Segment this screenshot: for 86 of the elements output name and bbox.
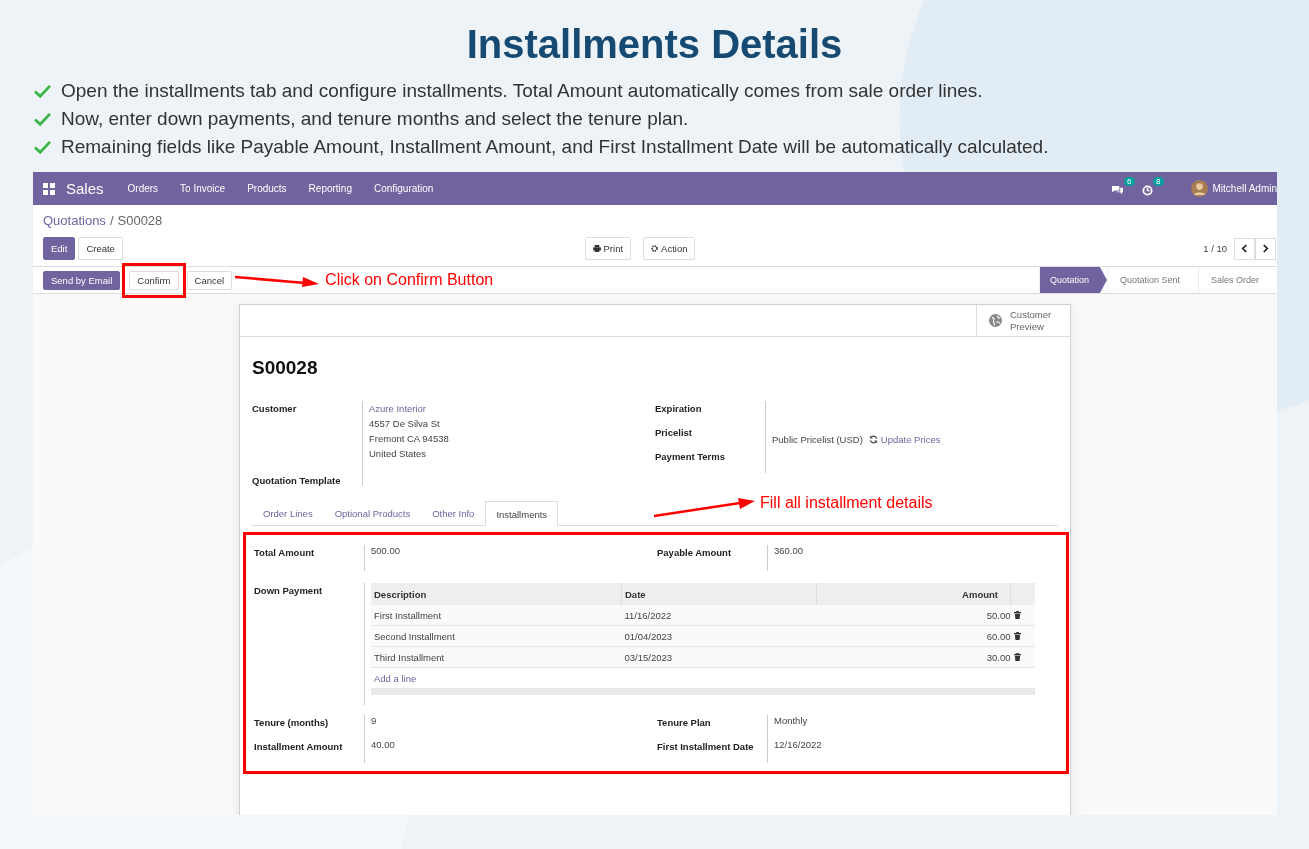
- step-text: Now, enter down payments, and tenure months and select the tenure plan.: [61, 108, 689, 130]
- table-cell: 11/16/2022: [621, 605, 817, 626]
- field-label: Tenure (months): [254, 716, 330, 730]
- column-header[interactable]: Description: [371, 583, 622, 605]
- action-button[interactable]: Action: [643, 237, 696, 260]
- field-value: 40.00: [371, 739, 395, 750]
- delete-icon[interactable]: [1013, 631, 1021, 640]
- customer-preview-button[interactable]: Customer Preview: [976, 305, 1070, 336]
- field-label: Installment Amount: [254, 740, 344, 754]
- globe-icon: [989, 314, 1002, 327]
- field-label: Payable Amount: [657, 546, 733, 560]
- step-text: Remaining fields like Payable Amount, Installment Amount, and First Installment Date will be automatically calculated.: [61, 136, 1049, 158]
- field-label: Expiration: [655, 402, 703, 416]
- stage-step[interactable]: Sales Order: [1197, 267, 1277, 293]
- delete-icon[interactable]: [1013, 610, 1021, 619]
- address-line: 4557 De Silva St: [369, 417, 441, 431]
- count-badge: 8: [1153, 177, 1164, 186]
- stage-step[interactable]: Quotation: [1038, 267, 1107, 293]
- annotation-text: Click on Confirm Button: [325, 271, 494, 289]
- print-button[interactable]: Print: [584, 237, 632, 260]
- field-label: Total Amount: [254, 546, 316, 560]
- status-button[interactable]: Send by Email: [43, 270, 121, 290]
- tab[interactable]: Optional Products: [323, 501, 422, 525]
- menu-item[interactable]: Configuration: [373, 183, 434, 194]
- address-line: United States: [369, 447, 428, 461]
- annotation-text: Fill all installment details: [760, 494, 933, 512]
- tab[interactable]: Order Lines: [252, 501, 324, 525]
- field-value: Public Pricelist (USD): [772, 433, 863, 445]
- table-cell: 50.00: [816, 605, 1011, 626]
- field-label: Tenure Plan: [657, 716, 712, 730]
- status-button[interactable]: Cancel: [186, 270, 233, 290]
- chat-icon[interactable]: [1110, 185, 1124, 196]
- avatar-icon[interactable]: [1190, 180, 1208, 197]
- add-line-link[interactable]: Add a line: [374, 672, 417, 684]
- field-value: 500.00: [371, 545, 401, 556]
- field-label: Pricelist: [655, 426, 693, 440]
- field-value: 12/16/2022: [774, 739, 822, 750]
- pager-text: 1 / 10: [1203, 243, 1227, 254]
- user-name[interactable]: Mitchell Admin: [1212, 183, 1277, 194]
- table-cell: First Installment: [371, 605, 622, 626]
- count-badge: 6: [1124, 177, 1135, 186]
- field-label: Down Payment: [254, 584, 324, 598]
- menu-item[interactable]: Products: [247, 183, 287, 194]
- check-icon: [33, 111, 52, 127]
- previous-button[interactable]: [1234, 237, 1255, 260]
- tab[interactable]: Installments: [485, 501, 559, 526]
- status-button[interactable]: Confirm: [129, 270, 179, 290]
- printer-icon: [592, 245, 601, 252]
- breadcrumb-current: S00028: [117, 213, 163, 228]
- app-name[interactable]: Sales: [66, 180, 104, 197]
- field-value: 9: [371, 715, 377, 726]
- menu-item[interactable]: Reporting: [308, 183, 352, 194]
- menu-item[interactable]: To Invoice: [180, 183, 226, 194]
- next-button[interactable]: [1255, 237, 1276, 260]
- edit-button[interactable]: Edit: [43, 237, 76, 260]
- check-icon: [33, 83, 52, 99]
- check-icon: [33, 139, 52, 155]
- chevron-right-icon: [1262, 244, 1269, 253]
- menu-item[interactable]: Orders: [127, 183, 159, 194]
- delete-icon[interactable]: [1013, 652, 1021, 661]
- field-value: 360.00: [774, 545, 804, 556]
- order-number: S00028: [252, 357, 319, 379]
- column-header[interactable]: Amount: [816, 583, 1011, 605]
- create-button[interactable]: Create: [78, 237, 123, 260]
- field-value: Monthly: [774, 715, 808, 726]
- field-label: Payment Terms: [655, 450, 727, 464]
- table-cell: Third Installment: [371, 646, 622, 668]
- field-label: First Installment Date: [657, 740, 755, 754]
- clock-icon[interactable]: [1141, 185, 1153, 196]
- stage-step[interactable]: Quotation Sent: [1106, 267, 1198, 293]
- field-label: Quotation Template: [252, 474, 342, 486]
- page-title: Installments Details: [465, 21, 844, 68]
- apps-menu-icon[interactable]: [43, 182, 55, 195]
- customer-link[interactable]: Azure Interior: [369, 401, 655, 416]
- breadcrumb-link[interactable]: Quotations: [43, 213, 106, 228]
- gear-icon: [651, 245, 659, 252]
- column-header[interactable]: Date: [621, 583, 817, 605]
- table-cell: Second Installment: [371, 625, 622, 647]
- tab[interactable]: Other Info: [421, 501, 486, 525]
- chevron-left-icon: [1241, 244, 1248, 253]
- update-prices-link[interactable]: Update Prices: [868, 433, 941, 445]
- breadcrumb-separator: /: [109, 213, 114, 228]
- address-line: Fremont CA 94538: [369, 432, 450, 446]
- step-text: Open the installments tab and configure installments. Total Amount automatically comes from sale order lines.: [61, 80, 983, 102]
- field-label: Customer: [252, 402, 298, 416]
- refresh-icon: [868, 434, 878, 444]
